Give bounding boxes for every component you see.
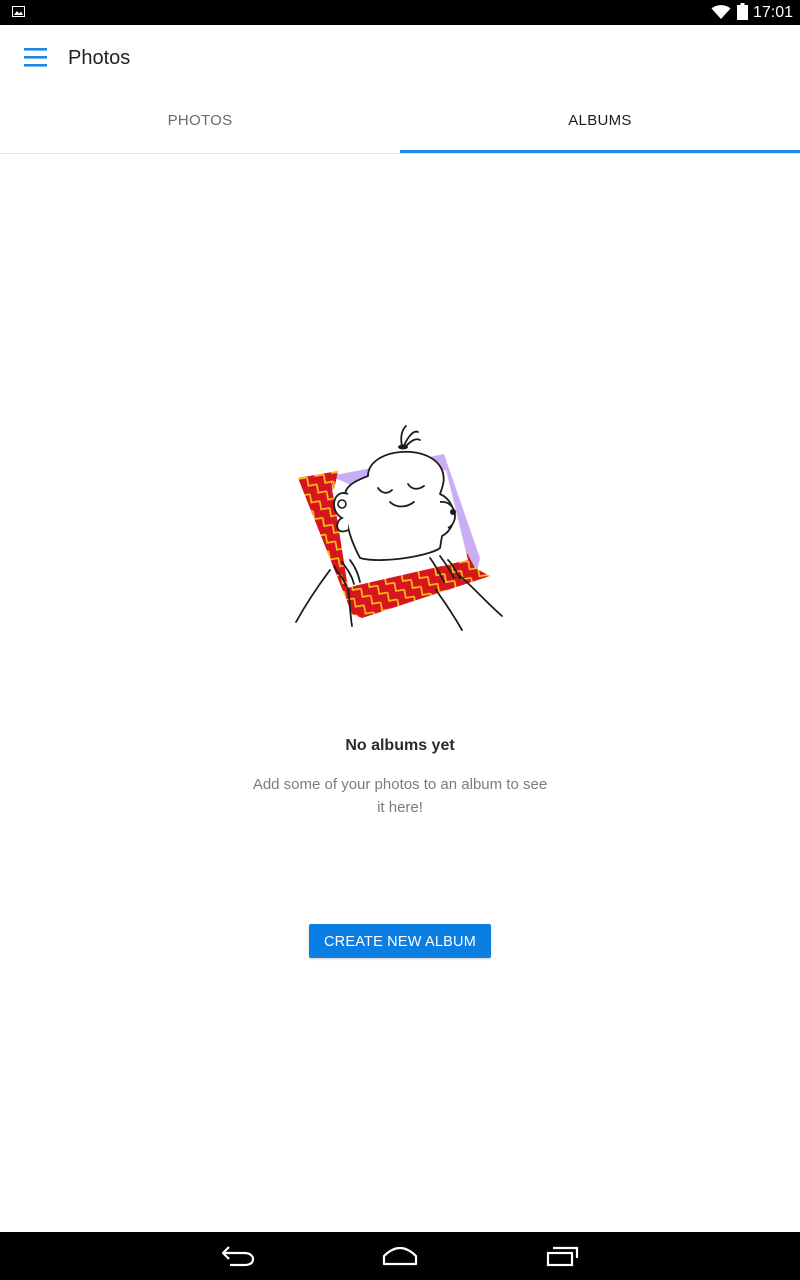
empty-albums-illustration [295,425,503,631]
tab-bar: PHOTOS ALBUMS [0,91,800,154]
status-bar: 17:01 [0,0,800,25]
screen: 17:01 Photos PHOTOS ALBUMS No albums yet… [0,0,800,1280]
back-button[interactable] [206,1240,270,1272]
empty-state-message: Add some of your photos to an album to s… [252,776,548,816]
battery-icon [737,3,748,20]
picture-notification-icon [12,6,25,17]
tab-photos[interactable]: PHOTOS [0,91,400,153]
home-icon [382,1246,418,1266]
empty-state-title: No albums yet [345,737,455,754]
recents-icon [546,1246,579,1267]
wifi-icon [711,5,731,19]
app-bar: Photos [0,25,800,91]
recents-button[interactable] [531,1240,595,1272]
status-time: 17:01 [753,4,794,21]
tab-albums[interactable]: ALBUMS [400,91,800,153]
hamburger-menu-icon [24,48,47,67]
create-new-album-button[interactable]: CREATE NEW ALBUM [309,924,491,958]
home-button[interactable] [368,1240,432,1272]
selected-tab-indicator [400,150,800,153]
system-navigation-bar [0,1232,800,1280]
back-icon [221,1246,255,1267]
navigation-menu-button[interactable] [16,38,56,78]
app-title: Photos [68,47,131,69]
